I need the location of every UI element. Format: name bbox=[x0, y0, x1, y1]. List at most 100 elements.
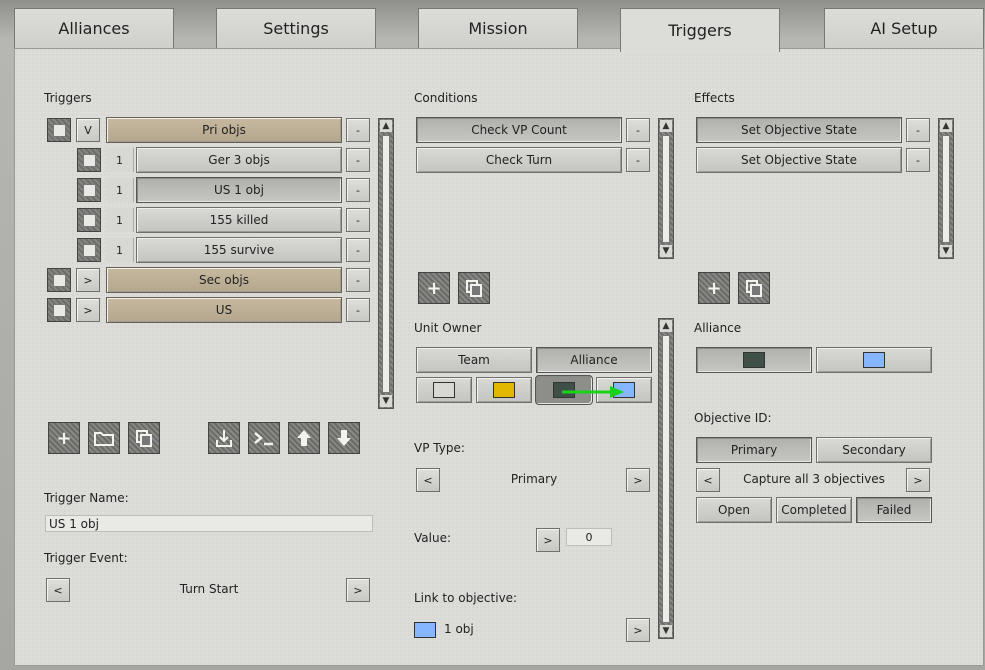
triggers-scrollbar[interactable]: ▲ ▼ bbox=[378, 118, 394, 409]
copy-icon[interactable] bbox=[458, 272, 490, 304]
trigger-checkbox[interactable] bbox=[77, 208, 101, 232]
objective-next-button[interactable]: > bbox=[906, 468, 930, 492]
owner-white-button[interactable] bbox=[416, 377, 472, 403]
scroll-thumb[interactable] bbox=[382, 135, 390, 393]
trigger-item-155-killed[interactable]: 155 killed bbox=[136, 207, 342, 233]
trigger-remove-button[interactable]: - bbox=[346, 208, 370, 232]
value-input[interactable]: 0 bbox=[566, 528, 612, 546]
effects-heading: Effects bbox=[694, 91, 735, 105]
value-button[interactable]: > bbox=[536, 528, 560, 552]
conditions-heading: Conditions bbox=[414, 91, 478, 105]
objective-prev-button[interactable]: < bbox=[696, 468, 720, 492]
link-value: 1 obj bbox=[444, 622, 474, 636]
trigger-item-pri-objs[interactable]: Pri objs bbox=[106, 117, 342, 143]
copy-icon[interactable] bbox=[738, 272, 770, 304]
trigger-item-155-survive[interactable]: 155 survive bbox=[136, 237, 342, 263]
link-blue-swatch bbox=[414, 622, 436, 638]
effect-alliance-label: Alliance bbox=[694, 321, 742, 335]
trigger-expand-button[interactable]: V bbox=[76, 118, 100, 142]
tab-alliances[interactable]: Alliances bbox=[14, 8, 174, 48]
objective-secondary-button[interactable]: Secondary bbox=[816, 437, 932, 463]
effect-remove-button[interactable]: - bbox=[906, 148, 930, 172]
trigger-event-label: Trigger Event: bbox=[44, 551, 128, 565]
trigger-index: 1 bbox=[106, 178, 134, 202]
plus-icon[interactable]: + bbox=[48, 422, 80, 454]
trigger-item-sec-objs[interactable]: Sec objs bbox=[106, 267, 342, 293]
scroll-up-icon[interactable]: ▲ bbox=[380, 120, 392, 132]
dark-swatch bbox=[743, 352, 765, 368]
trigger-event-prev-button[interactable]: < bbox=[46, 578, 70, 602]
trigger-remove-button[interactable]: - bbox=[346, 298, 370, 322]
trigger-checkbox[interactable] bbox=[77, 238, 101, 262]
trigger-item-ger-3-objs[interactable]: Ger 3 objs bbox=[136, 147, 342, 173]
value-label: Value: bbox=[414, 531, 451, 545]
condition-item-check-vp-count[interactable]: Check VP Count bbox=[416, 117, 622, 143]
trigger-remove-button[interactable]: - bbox=[346, 148, 370, 172]
trigger-item-us-1-obj[interactable]: US 1 obj bbox=[136, 177, 342, 203]
effect-item-set-objective-state[interactable]: Set Objective State bbox=[696, 117, 902, 143]
condition-remove-button[interactable]: - bbox=[626, 148, 650, 172]
effect-alliance-blue-button[interactable] bbox=[816, 347, 932, 373]
effect-item-set-objective-state[interactable]: Set Objective State bbox=[696, 147, 902, 173]
trigger-checkbox[interactable] bbox=[77, 178, 101, 202]
link-to-objective-label: Link to objective: bbox=[414, 591, 518, 605]
trigger-remove-button[interactable]: - bbox=[346, 268, 370, 292]
scroll-thumb[interactable] bbox=[662, 135, 670, 243]
trigger-name-label: Trigger Name: bbox=[44, 491, 129, 505]
alliance-button[interactable]: Alliance bbox=[536, 347, 652, 373]
tab-mission[interactable]: Mission bbox=[418, 8, 578, 48]
plus-icon[interactable]: + bbox=[418, 272, 450, 304]
state-failed-button[interactable]: Failed bbox=[856, 497, 932, 523]
trigger-name-input[interactable]: US 1 obj bbox=[45, 515, 373, 532]
effect-remove-button[interactable]: - bbox=[906, 118, 930, 142]
effects-scrollbar[interactable]: ▲ ▼ bbox=[938, 118, 954, 259]
condition-item-check-turn[interactable]: Check Turn bbox=[416, 147, 622, 173]
scroll-thumb[interactable] bbox=[942, 135, 950, 243]
tab-ai-setup[interactable]: AI Setup bbox=[824, 8, 984, 48]
objective-primary-button[interactable]: Primary bbox=[696, 437, 812, 463]
state-completed-button[interactable]: Completed bbox=[776, 497, 852, 523]
scroll-down-icon[interactable]: ▼ bbox=[940, 245, 952, 257]
tab-settings[interactable]: Settings bbox=[216, 8, 376, 48]
arrow-down-icon[interactable] bbox=[328, 422, 360, 454]
scroll-up-icon[interactable]: ▲ bbox=[940, 120, 952, 132]
yellow-swatch bbox=[493, 382, 515, 398]
import-icon[interactable] bbox=[208, 422, 240, 454]
editor-window: Alliances Settings Mission Triggers AI S… bbox=[0, 0, 985, 670]
conditions-detail-scrollbar[interactable]: ▲ ▼ bbox=[658, 318, 674, 639]
vp-type-next-button[interactable]: > bbox=[626, 468, 650, 492]
copy-icon[interactable] bbox=[128, 422, 160, 454]
arrow-up-icon[interactable] bbox=[288, 422, 320, 454]
trigger-remove-button[interactable]: - bbox=[346, 118, 370, 142]
scroll-down-icon[interactable]: ▼ bbox=[380, 395, 392, 407]
scroll-up-icon[interactable]: ▲ bbox=[660, 120, 672, 132]
trigger-index: 1 bbox=[106, 148, 134, 172]
trigger-item-us[interactable]: US bbox=[106, 297, 342, 323]
trigger-event-next-button[interactable]: > bbox=[346, 578, 370, 602]
scroll-up-icon[interactable]: ▲ bbox=[660, 320, 672, 332]
trigger-expand-button[interactable]: > bbox=[76, 298, 100, 322]
trigger-remove-button[interactable]: - bbox=[346, 238, 370, 262]
trigger-checkbox[interactable] bbox=[47, 118, 71, 142]
trigger-expand-button[interactable]: > bbox=[76, 268, 100, 292]
scroll-down-icon[interactable]: ▼ bbox=[660, 245, 672, 257]
state-open-button[interactable]: Open bbox=[696, 497, 772, 523]
trigger-checkbox[interactable] bbox=[47, 268, 71, 292]
plus-icon[interactable]: + bbox=[698, 272, 730, 304]
owner-yellow-button[interactable] bbox=[476, 377, 532, 403]
scroll-down-icon[interactable]: ▼ bbox=[660, 625, 672, 637]
trigger-checkbox[interactable] bbox=[47, 298, 71, 322]
conditions-scrollbar[interactable]: ▲ ▼ bbox=[658, 118, 674, 259]
trigger-checkbox[interactable] bbox=[77, 148, 101, 172]
effect-alliance-dark-button[interactable] bbox=[696, 347, 812, 373]
condition-remove-button[interactable]: - bbox=[626, 118, 650, 142]
folder-icon[interactable] bbox=[88, 422, 120, 454]
scroll-thumb[interactable] bbox=[662, 335, 670, 623]
tab-triggers[interactable]: Triggers bbox=[620, 8, 780, 52]
console-icon[interactable] bbox=[248, 422, 280, 454]
blue-swatch bbox=[863, 352, 885, 368]
team-button[interactable]: Team bbox=[416, 347, 532, 373]
trigger-remove-button[interactable]: - bbox=[346, 178, 370, 202]
link-next-button[interactable]: > bbox=[626, 618, 650, 642]
vp-type-prev-button[interactable]: < bbox=[416, 468, 440, 492]
